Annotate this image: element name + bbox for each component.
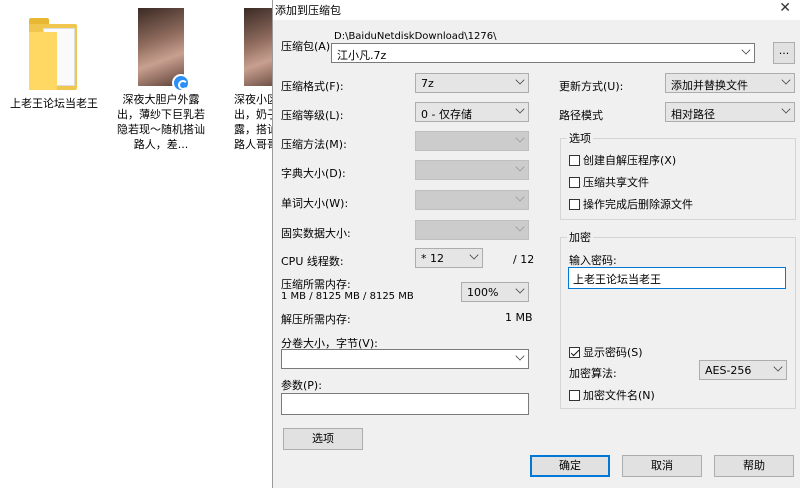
level-value: 0 - 仅存储 (421, 108, 472, 121)
browse-button[interactable]: ... (773, 42, 795, 64)
archive-label: 压缩包(A) (281, 40, 331, 53)
delete-after-label: 操作完成后删除源文件 (583, 198, 693, 211)
split-size-combo[interactable] (281, 349, 529, 369)
chevron-down-icon (515, 351, 525, 361)
add-to-archive-dialog: 添加到压缩包 ✕ 压缩包(A) D:\BaiduNetdiskDownload\… (272, 0, 800, 488)
desktop-item-label: 上老王论坛当老王 (10, 97, 98, 110)
chevron-down-icon (515, 104, 525, 114)
archive-path: D:\BaiduNetdiskDownload\1276\ (334, 31, 497, 42)
decompress-label: 解压所需内存: (281, 313, 351, 326)
options-group: 选项 创建自解压程序(X) 压缩共享文件 操作完成后删除源文件 (560, 130, 796, 220)
password-input[interactable]: 上老王论坛当老王 (568, 267, 786, 289)
encryption-method-value: AES-256 (705, 364, 752, 377)
word-label: 单词大小(W): (281, 197, 349, 210)
chevron-down-icon (741, 45, 751, 55)
update-mode-label: 更新方式(U): (559, 80, 624, 93)
chevron-down-icon (515, 284, 525, 294)
update-mode-value: 添加并替换文件 (671, 79, 748, 92)
update-mode-select[interactable]: 添加并替换文件 (665, 73, 795, 93)
path-mode-value: 相对路径 (671, 108, 715, 121)
word-select (415, 190, 529, 210)
chevron-down-icon (515, 222, 525, 232)
chevron-down-icon (515, 75, 525, 85)
solid-select (415, 220, 529, 240)
memory-value: 100% (467, 286, 499, 299)
desktop-item-label: 深夜大胆户外露出，薄纱下巨乳若隐若现～随机搭讪路人，差... (117, 93, 205, 151)
folder-icon (29, 18, 79, 90)
options-button[interactable]: 选项 (283, 428, 363, 450)
format-value: 7z (421, 77, 434, 90)
encrypt-names-checkbox[interactable]: 加密文件名(N) (569, 387, 655, 403)
sfx-checkbox[interactable]: 创建自解压程序(X) (569, 152, 676, 168)
format-label: 压缩格式(F): (281, 80, 344, 93)
path-mode-label: 路径模式 (559, 109, 603, 122)
close-icon[interactable]: ✕ (779, 0, 791, 16)
path-mode-select[interactable]: 相对路径 (665, 102, 795, 122)
memory-label: 压缩所需内存: (281, 278, 351, 291)
method-select (415, 131, 529, 151)
dict-label: 字典大小(D): (281, 167, 346, 180)
dict-select (415, 160, 529, 180)
chevron-down-icon (515, 133, 525, 143)
encryption-group-title: 加密 (567, 229, 593, 245)
checkbox-box (569, 155, 580, 166)
cpu-select[interactable]: * 12 (415, 248, 483, 268)
delete-after-checkbox[interactable]: 操作完成后删除源文件 (569, 196, 693, 212)
archive-name-combo[interactable]: 江小凡.7z (331, 43, 755, 63)
checkbox-box (569, 199, 580, 210)
level-label: 压缩等级(L): (281, 109, 344, 122)
cpu-max: / 12 (513, 253, 535, 266)
dialog-titlebar: 添加到压缩包 ✕ (273, 0, 800, 20)
solid-label: 固实数据大小: (281, 227, 351, 240)
chevron-down-icon (469, 250, 479, 260)
level-select[interactable]: 0 - 仅存储 (415, 102, 529, 122)
help-button[interactable]: 帮助 (714, 455, 794, 477)
options-group-title: 选项 (567, 130, 593, 146)
checkbox-box (569, 390, 580, 401)
params-label: 参数(P): (281, 379, 322, 392)
encryption-method-label: 加密算法: (569, 367, 617, 380)
cpu-value: * 12 (421, 252, 444, 265)
password-label: 输入密码: (569, 254, 617, 267)
encryption-group: 加密 输入密码: 上老王论坛当老王 显示密码(S) 加密算法: AES-256 … (560, 229, 796, 409)
chevron-down-icon (773, 362, 783, 372)
sfx-label: 创建自解压程序(X) (583, 154, 677, 167)
show-password-checkbox[interactable]: 显示密码(S) (569, 344, 643, 360)
chevron-down-icon (781, 104, 791, 114)
cpu-label: CPU 线程数: (281, 255, 344, 268)
desktop-folder[interactable]: 上老王论坛当老王 (8, 8, 100, 111)
method-label: 压缩方法(M): (281, 138, 347, 151)
password-value: 上老王论坛当老王 (573, 273, 661, 286)
chevron-down-icon (781, 75, 791, 85)
archive-name-value: 江小凡.7z (337, 49, 387, 62)
params-input[interactable] (281, 393, 529, 415)
format-select[interactable]: 7z (415, 73, 529, 93)
show-password-label: 显示密码(S) (583, 346, 643, 359)
chevron-down-icon (515, 162, 525, 172)
cancel-button[interactable]: 取消 (622, 455, 702, 477)
encryption-method-select[interactable]: AES-256 (699, 360, 787, 380)
memory-detail: 1 MB / 8125 MB / 8125 MB (281, 291, 414, 302)
desktop-video-1[interactable]: 深夜大胆户外露出，薄纱下巨乳若隐若现～随机搭讪路人，差... (115, 8, 207, 152)
video-thumbnail-icon (138, 8, 190, 92)
shared-files-label: 压缩共享文件 (583, 176, 649, 189)
checkbox-checked (569, 347, 580, 358)
chevron-down-icon (515, 192, 525, 202)
encrypt-names-label: 加密文件名(N) (583, 389, 655, 402)
memory-select[interactable]: 100% (461, 282, 529, 302)
ok-button[interactable]: 确定 (530, 455, 610, 477)
decompress-value: 1 MB (505, 311, 533, 324)
sync-badge-icon (172, 74, 190, 92)
shared-files-checkbox[interactable]: 压缩共享文件 (569, 174, 649, 190)
checkbox-box (569, 177, 580, 188)
dialog-title: 添加到压缩包 (275, 4, 341, 17)
